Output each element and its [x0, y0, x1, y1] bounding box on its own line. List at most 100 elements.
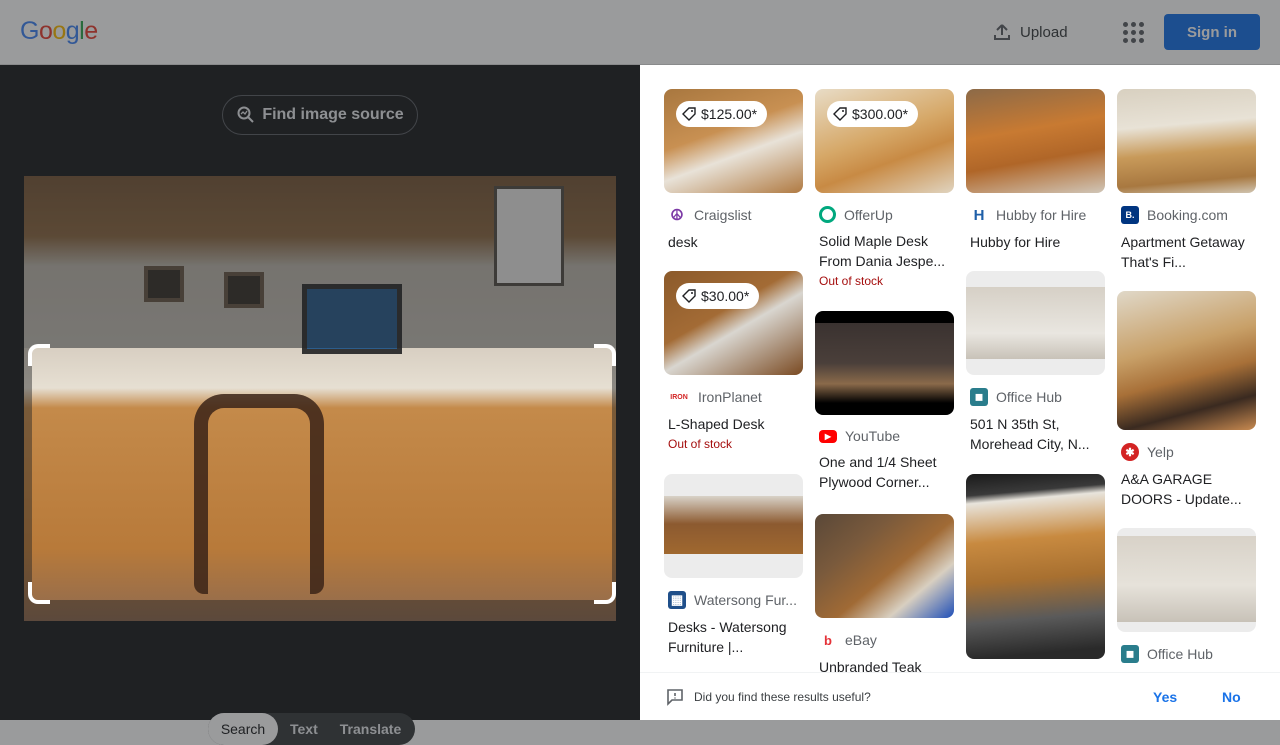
result-card[interactable]: ✱ Yelp A&A GARAGE DOORS - Update... [1117, 291, 1256, 509]
result-source: b eBay [815, 631, 954, 649]
office-hub-icon: ◼ [970, 388, 988, 406]
crop-handle-top-right[interactable] [594, 344, 616, 366]
result-thumbnail[interactable] [1117, 528, 1256, 632]
tab-search[interactable]: Search [208, 713, 278, 745]
crop-handle-top-left[interactable] [28, 344, 50, 366]
result-source: ▦ Watersong Fur... [664, 591, 803, 609]
result-source: ▶ YouTube [815, 428, 954, 444]
crop-selection-box[interactable] [32, 348, 612, 600]
result-thumbnail[interactable] [664, 474, 803, 578]
price-tag-icon [682, 289, 696, 303]
result-thumbnail[interactable] [1117, 89, 1256, 193]
result-thumbnail[interactable]: $125.00* [664, 89, 803, 193]
result-source: OfferUp [815, 206, 954, 223]
result-thumbnail[interactable] [815, 514, 954, 618]
upload-label: Upload [1020, 23, 1068, 41]
result-source: ◼ Office Hub [1117, 645, 1256, 663]
logo-letter: e [84, 17, 98, 45]
price-badge: $30.00* [676, 283, 760, 309]
ironplanet-icon: IRON [668, 388, 690, 406]
source-name: Hubby for Hire [996, 207, 1087, 223]
result-source: H Hubby for Hire [966, 206, 1105, 224]
tab-text[interactable]: Text [278, 713, 330, 745]
result-card[interactable]: ◼ Office Hub 501 N 35th St, Morehead City… [966, 271, 1105, 454]
price-badge: $125.00* [676, 101, 768, 127]
source-name: Office Hub [996, 389, 1062, 405]
feedback-icon [667, 689, 683, 706]
lens-mode-tabs: Search Text Translate [208, 713, 416, 745]
price-tag-icon [682, 107, 696, 121]
booking-icon: B. [1121, 206, 1139, 224]
result-title[interactable]: Apartment Getaway That's Fi... [1117, 232, 1256, 272]
out-of-stock-label: Out of stock [819, 274, 884, 288]
result-title[interactable]: Hubby for Hire [966, 232, 1105, 252]
result-thumbnail[interactable] [966, 271, 1105, 375]
source-name: Craigslist [694, 207, 752, 223]
source-name: YouTube [845, 428, 901, 444]
result-card[interactable]: $30.00* IRON IronPlanet L-Shaped Desk Out… [664, 271, 803, 451]
hubby-for-hire-icon: H [970, 206, 988, 224]
youtube-icon: ▶ [819, 429, 837, 443]
result-card[interactable]: $125.00* ☮ Craigslist desk [664, 89, 803, 252]
feedback-yes-button[interactable]: Yes [1153, 689, 1177, 705]
sign-in-button[interactable]: Sign in [1164, 14, 1260, 50]
result-thumbnail[interactable] [966, 474, 1105, 659]
yelp-icon: ✱ [1121, 443, 1139, 461]
result-card[interactable]: ◼ Office Hub [1117, 528, 1256, 663]
google-logo[interactable]: Google [20, 17, 98, 46]
result-source: ◼ Office Hub [966, 388, 1105, 406]
result-thumbnail[interactable] [815, 311, 954, 415]
price-text: $125.00* [701, 106, 758, 122]
feedback-bar: Did you find these results useful? Yes N… [640, 672, 1280, 720]
offerup-icon [819, 206, 836, 223]
watersong-icon: ▦ [668, 591, 686, 609]
result-title[interactable]: L-Shaped Desk [664, 414, 803, 434]
visual-matches-panel: $125.00* ☮ Craigslist desk $30.00* IRON Ir… [640, 65, 1280, 720]
source-name: OfferUp [844, 206, 893, 223]
result-card[interactable]: ▦ Watersong Fur... Desks - Watersong Furn… [664, 474, 803, 657]
result-source: ✱ Yelp [1117, 443, 1256, 461]
result-title[interactable]: desk [664, 232, 803, 252]
logo-letter: o [38, 17, 53, 45]
result-title[interactable]: A&A GARAGE DOORS - Update... [1117, 469, 1256, 509]
top-bar: Google Upload Sign in [0, 0, 1280, 65]
upload-button[interactable]: Upload [992, 20, 1068, 44]
crop-handle-bottom-right[interactable] [594, 582, 616, 604]
result-card[interactable]: ▶ YouTube One and 1/4 Sheet Plywood Corne… [815, 311, 954, 492]
upload-icon [994, 24, 1010, 40]
source-name: Office Hub [1147, 646, 1213, 662]
source-name: Booking.com [1147, 207, 1228, 223]
result-card[interactable]: B. Booking.com Apartment Getaway That's F… [1117, 89, 1256, 272]
result-card[interactable]: $300.00* OfferUp Solid Maple Desk From D… [815, 89, 954, 288]
result-title[interactable]: One and 1/4 Sheet Plywood Corner... [815, 452, 954, 492]
result-source: IRON IronPlanet [664, 388, 803, 406]
result-thumbnail[interactable] [1117, 291, 1256, 430]
result-thumbnail[interactable]: $300.00* [815, 89, 954, 193]
price-text: $30.00* [701, 288, 750, 304]
result-title[interactable]: Solid Maple Desk From Dania Jespe... [815, 231, 954, 271]
price-tag-icon [833, 107, 847, 121]
ebay-icon: b [819, 631, 837, 649]
result-card[interactable]: H Hubby for Hire Hubby for Hire [966, 89, 1105, 252]
google-apps-icon[interactable] [1119, 19, 1145, 45]
result-title[interactable]: 501 N 35th St, Morehead City, N... [966, 414, 1105, 454]
feedback-question: Did you find these results useful? [694, 689, 871, 704]
price-text: $300.00* [852, 106, 909, 122]
feedback-no-button[interactable]: No [1222, 689, 1241, 705]
crop-handle-bottom-left[interactable] [28, 582, 50, 604]
result-card[interactable]: b eBay Unbranded Teak [815, 514, 954, 677]
result-thumbnail[interactable] [966, 89, 1105, 193]
result-source: ☮ Craigslist [664, 206, 803, 224]
result-thumbnail[interactable]: $30.00* [664, 271, 803, 375]
logo-letter: G [20, 17, 39, 45]
result-source: B. Booking.com [1117, 206, 1256, 224]
find-image-source-button[interactable]: Find image source [222, 95, 418, 135]
out-of-stock-label: Out of stock [668, 437, 733, 451]
price-badge: $300.00* [827, 101, 919, 127]
search-image-icon [237, 106, 255, 123]
tab-translate[interactable]: Translate [330, 713, 415, 745]
source-name: Yelp [1147, 444, 1174, 460]
result-card[interactable] [966, 474, 1105, 659]
result-title[interactable]: Desks - Watersong Furniture |... [664, 617, 803, 657]
source-name: Watersong Fur... [694, 592, 797, 608]
